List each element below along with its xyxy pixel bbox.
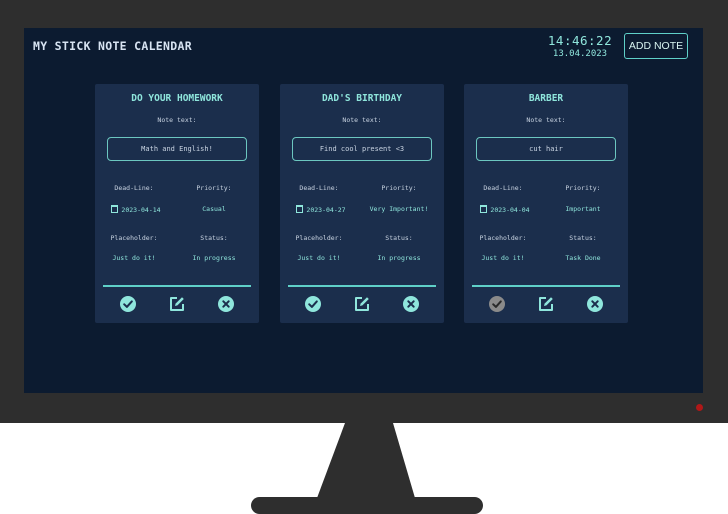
deadline-label: Dead-Line: — [483, 184, 523, 192]
card-divider — [103, 285, 251, 287]
clock-date: 13.04.2023 — [552, 49, 608, 59]
add-note-button[interactable]: ADD NOTE — [624, 33, 688, 59]
check-icon — [120, 296, 136, 312]
note-card: DO YOUR HOMEWORK Note text: Math and Eng… — [95, 84, 259, 323]
edit-icon — [355, 297, 369, 311]
status-label: Status: — [200, 234, 228, 242]
priority-label: Priority: — [381, 184, 417, 192]
deadline-value: 2023-04-27 — [281, 205, 361, 214]
note-text-label: Note text: — [157, 116, 197, 124]
deadline-label: Dead-Line: — [114, 184, 154, 192]
placeholder-value: Just do it! — [297, 254, 341, 262]
clock: 14:46:22 13.04.2023 — [545, 33, 615, 59]
calendar-icon — [296, 205, 304, 213]
edit-icon — [539, 297, 553, 311]
deadline-label: Dead-Line: — [299, 184, 339, 192]
power-led — [696, 404, 703, 411]
deadline-value: 2023-04-04 — [465, 205, 545, 214]
complete-button[interactable] — [304, 295, 322, 313]
placeholder-value: Just do it! — [481, 254, 525, 262]
note-text-label: Note text: — [526, 116, 566, 124]
monitor-base — [251, 497, 483, 514]
delete-button[interactable] — [586, 295, 604, 313]
placeholder-label: Placeholder: — [110, 234, 158, 242]
close-icon — [218, 296, 234, 312]
priority-value: Very Important! — [369, 205, 429, 213]
note-title: BARBER — [528, 93, 564, 104]
app-title: MY STICK NOTE CALENDAR — [33, 39, 192, 53]
deadline-date: 2023-04-14 — [121, 206, 161, 214]
note-text-field[interactable]: cut hair — [476, 137, 616, 161]
priority-value: Important — [565, 205, 601, 213]
delete-button[interactable] — [402, 295, 420, 313]
check-icon — [489, 296, 505, 312]
note-text-field[interactable]: Find cool present <3 — [292, 137, 432, 161]
deadline-value: 2023-04-14 — [96, 205, 176, 214]
monitor-bezel: MY STICK NOTE CALENDAR 14:46:22 13.04.20… — [0, 0, 728, 423]
note-text-label: Note text: — [342, 116, 382, 124]
close-icon — [587, 296, 603, 312]
card-divider — [288, 285, 436, 287]
note-card: BARBER Note text: cut hair Dead-Line: Pr… — [464, 84, 628, 323]
edit-button[interactable] — [353, 295, 371, 313]
clock-time: 14:46:22 — [547, 33, 613, 48]
status-label: Status: — [569, 234, 597, 242]
edit-button[interactable] — [168, 295, 186, 313]
priority-label: Priority: — [196, 184, 232, 192]
note-title: DO YOUR HOMEWORK — [131, 93, 223, 104]
calendar-icon — [480, 205, 488, 213]
delete-button[interactable] — [217, 295, 235, 313]
priority-value: Casual — [202, 205, 226, 213]
edit-button[interactable] — [537, 295, 555, 313]
note-card: DAD'S BIRTHDAY Note text: Find cool pres… — [280, 84, 444, 323]
deadline-date: 2023-04-27 — [306, 206, 346, 214]
placeholder-label: Placeholder: — [295, 234, 343, 242]
app-screen: MY STICK NOTE CALENDAR 14:46:22 13.04.20… — [24, 28, 703, 393]
close-icon — [403, 296, 419, 312]
status-value: In progress — [192, 254, 236, 262]
placeholder-label: Placeholder: — [479, 234, 527, 242]
note-title: DAD'S BIRTHDAY — [321, 93, 403, 104]
card-divider — [472, 285, 620, 287]
status-label: Status: — [385, 234, 413, 242]
placeholder-value: Just do it! — [112, 254, 156, 262]
status-value: Task Done — [565, 254, 601, 262]
monitor-stand — [317, 423, 415, 498]
note-text-field[interactable]: Math and English! — [107, 137, 247, 161]
edit-icon — [170, 297, 184, 311]
complete-button[interactable] — [119, 295, 137, 313]
complete-button[interactable] — [488, 295, 506, 313]
status-value: In progress — [377, 254, 421, 262]
calendar-icon — [111, 205, 119, 213]
deadline-date: 2023-04-04 — [490, 206, 530, 214]
priority-label: Priority: — [565, 184, 601, 192]
check-icon — [305, 296, 321, 312]
